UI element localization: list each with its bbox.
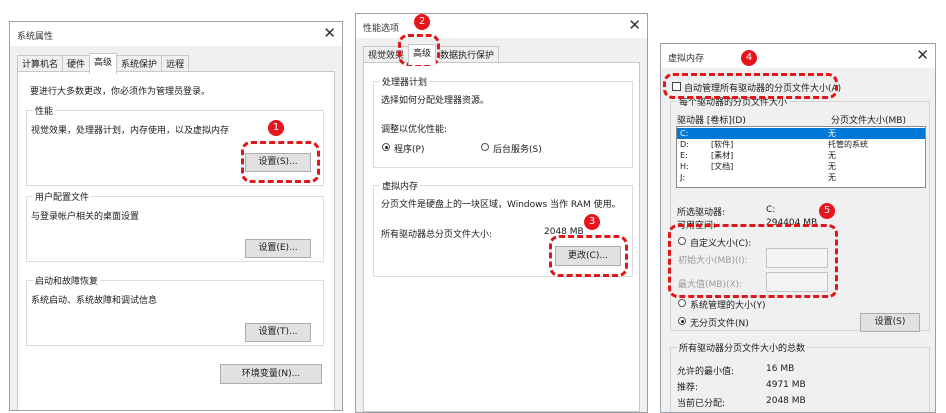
system-managed-radio[interactable] [678,299,686,307]
drive-row[interactable]: H: [文档] 无 [677,161,925,172]
title-bar: 虚拟内存 ✕ [661,44,935,68]
no-paging-label: 无分页文件(N) [690,319,749,329]
title-bar: 性能选项 ✕ [356,14,647,38]
highlight-change-button [549,235,628,277]
selected-drive-label: 所选驱动器: [677,208,726,218]
processor-scheduling-desc: 选择如何分配处理器资源。 [381,96,490,106]
step-badge-3: 3 [584,214,600,230]
close-icon[interactable]: ✕ [916,47,929,63]
startup-recovery-settings-button[interactable]: 设置(T)... [245,323,311,342]
step-badge-1: 1 [268,120,284,136]
background-services-radio-label: 后台服务(S) [493,145,542,155]
total-paging-label: 所有驱动器总分页文件大小: [381,230,493,240]
title-bar: 系统属性 ✕ [10,22,342,46]
user-profiles-group: 用户配置文件 与登录帐户相关的桌面设置 设置(E)... [26,190,324,262]
tab-panel: 要进行大多数更改，你必须作为管理员登录。 性能 视觉效果，处理器计划，内存使用，… [17,71,335,410]
min-allowed-value: 16 MB [766,364,795,374]
dialog-title: 系统属性 [17,32,54,42]
current-allocated-value: 2048 MB [766,396,806,406]
current-allocated-label: 当前已分配: [677,399,726,409]
step-badge-4: 4 [741,50,757,66]
startup-recovery-desc: 系统启动、系统故障和调试信息 [31,296,158,306]
col-size-header: 分页文件大小(MB) [831,116,906,126]
close-icon[interactable]: ✕ [628,17,641,33]
startup-recovery-group: 启动和故障恢复 系统启动、系统故障和调试信息 设置(T)... [26,274,324,346]
environment-variables-button[interactable]: 环境变量(N)... [220,364,322,384]
total-paging-group-label: 所有驱动器分页文件大小的总数 [677,341,808,354]
dialog-title: 虚拟内存 [668,54,705,64]
performance-label: 性能 [33,104,56,117]
virtual-memory-label: 虚拟内存 [380,179,421,192]
close-icon[interactable]: ✕ [323,25,336,41]
virtual-memory-desc: 分页文件是硬盘上的一块区域，Windows 当作 RAM 使用。 [381,200,621,210]
user-profiles-desc: 与登录帐户相关的桌面设置 [31,212,140,222]
tab-advanced[interactable]: 高级 [89,53,118,74]
highlight-custom-size [668,224,838,298]
performance-desc: 视觉效果，处理器计划，内存使用，以及虚拟内存 [31,126,230,136]
min-allowed-label: 允许的最小值: [677,367,735,377]
recommended-value: 4971 MB [766,380,806,390]
drive-row[interactable]: E: [素材] 无 [677,150,925,161]
background-services-radio[interactable] [481,143,489,151]
tab-advanced[interactable]: 高级 [408,44,437,65]
no-paging-radio[interactable] [678,317,686,325]
user-profiles-settings-button[interactable]: 设置(E)... [245,239,311,258]
processor-scheduling-group: 处理器计划 选择如何分配处理器资源。 调整以优化性能: 程序(P) 后台服务(S… [373,75,633,168]
highlight-performance-settings [241,141,320,183]
adjust-label: 调整以优化性能: [381,125,448,135]
system-properties-dialog: 系统属性 ✕ 计算机名 硬件 高级 系统保护 远程 要进行大多数更改，你必须作为… [9,21,343,411]
drive-row[interactable]: D: [软件] 托管的系统 [677,139,925,150]
dialog-title: 性能选项 [363,24,400,34]
step-badge-2: 2 [414,14,430,30]
set-button[interactable]: 设置(S) [860,313,920,332]
processor-scheduling-label: 处理器计划 [380,75,430,88]
recommended-label: 推荐: [677,383,699,393]
startup-recovery-label: 启动和故障恢复 [33,274,101,287]
programs-radio-label: 程序(P) [394,145,425,155]
total-paging-group: 所有驱动器分页文件大小的总数 允许的最小值: 16 MB 推荐: 4971 MB… [670,341,930,412]
admin-note: 要进行大多数更改，你必须作为管理员登录。 [30,87,211,97]
performance-options-dialog: 性能选项 ✕ 视觉效果 高级 数据执行保护 处理器计划 选择如何分配处理器资源。… [355,13,648,413]
selected-drive-value: C: [766,205,776,215]
step-badge-5: 5 [819,203,835,219]
col-drive-header: 驱动器 [卷标](D) [677,116,746,126]
drive-list[interactable]: C: 无 D: [软件] 托管的系统 E: [素材] 无 H: [文档] 无 J… [676,126,926,188]
highlight-auto-manage [663,73,838,99]
drive-row[interactable]: J: 无 [677,172,925,183]
drive-row[interactable]: C: 无 [677,128,925,139]
programs-radio[interactable] [382,143,390,151]
system-managed-label: 系统管理的大小(Y) [690,301,766,311]
user-profiles-label: 用户配置文件 [33,190,92,203]
